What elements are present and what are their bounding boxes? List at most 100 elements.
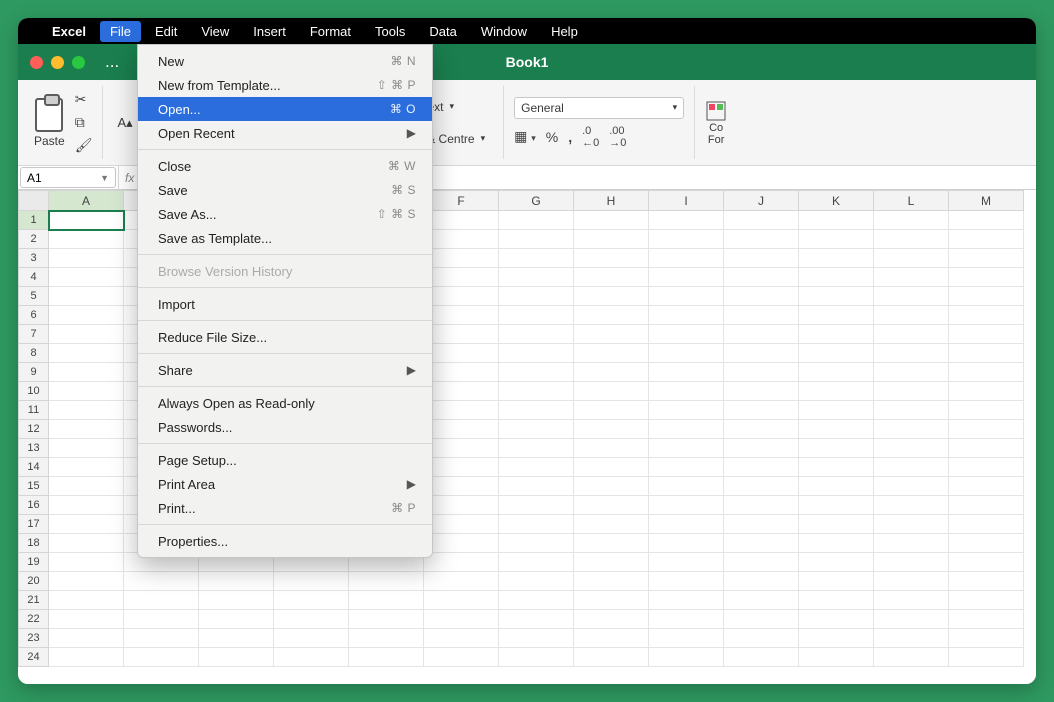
cell[interactable]: [649, 401, 724, 420]
cell[interactable]: [874, 344, 949, 363]
cell[interactable]: [874, 534, 949, 553]
cell[interactable]: [949, 572, 1024, 591]
cell[interactable]: [574, 572, 649, 591]
cell[interactable]: [49, 553, 124, 572]
cell[interactable]: [424, 268, 499, 287]
cell[interactable]: [574, 344, 649, 363]
name-box[interactable]: A1 ▼: [20, 167, 116, 188]
cell[interactable]: [799, 306, 874, 325]
cell[interactable]: [424, 458, 499, 477]
cell[interactable]: [949, 249, 1024, 268]
cell[interactable]: [499, 629, 574, 648]
cell[interactable]: [574, 382, 649, 401]
cell[interactable]: [424, 211, 499, 230]
cell[interactable]: [349, 648, 424, 667]
cell[interactable]: [724, 287, 799, 306]
cell[interactable]: [574, 629, 649, 648]
menubar-format[interactable]: Format: [300, 21, 361, 42]
cell[interactable]: [799, 420, 874, 439]
row-header[interactable]: 5: [19, 287, 49, 306]
cell[interactable]: [874, 553, 949, 572]
cell[interactable]: [874, 420, 949, 439]
menu-item[interactable]: New⌘ N: [138, 49, 432, 73]
cell[interactable]: [724, 610, 799, 629]
row-header[interactable]: 14: [19, 458, 49, 477]
cell[interactable]: [949, 420, 1024, 439]
cell[interactable]: [874, 325, 949, 344]
row-header[interactable]: 4: [19, 268, 49, 287]
cell[interactable]: [49, 420, 124, 439]
cell[interactable]: [199, 629, 274, 648]
cell[interactable]: [49, 249, 124, 268]
cell[interactable]: [424, 439, 499, 458]
cell[interactable]: [649, 648, 724, 667]
cell[interactable]: [949, 382, 1024, 401]
menubar-insert[interactable]: Insert: [243, 21, 296, 42]
cell[interactable]: [49, 287, 124, 306]
menu-item[interactable]: Save As...⇧ ⌘ S: [138, 202, 432, 226]
minimize-window-icon[interactable]: [51, 56, 64, 69]
row-header[interactable]: 15: [19, 477, 49, 496]
cell[interactable]: [724, 458, 799, 477]
cell[interactable]: [499, 363, 574, 382]
menu-item[interactable]: Share▶: [138, 358, 432, 382]
cell[interactable]: [799, 648, 874, 667]
cell[interactable]: [649, 287, 724, 306]
cell[interactable]: [499, 496, 574, 515]
cell[interactable]: [724, 230, 799, 249]
cell[interactable]: [724, 363, 799, 382]
cell[interactable]: [874, 401, 949, 420]
row-header[interactable]: 6: [19, 306, 49, 325]
menubar-app[interactable]: Excel: [42, 21, 96, 42]
cell[interactable]: [499, 382, 574, 401]
cell[interactable]: [799, 382, 874, 401]
cell[interactable]: [949, 610, 1024, 629]
cell[interactable]: [724, 591, 799, 610]
cell[interactable]: [949, 211, 1024, 230]
cell[interactable]: [199, 610, 274, 629]
cell[interactable]: [574, 477, 649, 496]
cell[interactable]: [724, 629, 799, 648]
menubar-help[interactable]: Help: [541, 21, 588, 42]
cell[interactable]: [349, 591, 424, 610]
cell[interactable]: [199, 572, 274, 591]
cell[interactable]: [574, 268, 649, 287]
cell[interactable]: [649, 553, 724, 572]
cell[interactable]: [874, 287, 949, 306]
menu-item[interactable]: Close⌘ W: [138, 154, 432, 178]
row-header[interactable]: 21: [19, 591, 49, 610]
increase-font-icon[interactable]: A▴: [113, 113, 136, 133]
row-header[interactable]: 22: [19, 610, 49, 629]
cell[interactable]: [949, 534, 1024, 553]
cell[interactable]: [724, 648, 799, 667]
cell[interactable]: [574, 325, 649, 344]
cell[interactable]: [499, 401, 574, 420]
cell[interactable]: [424, 477, 499, 496]
cell[interactable]: [874, 249, 949, 268]
cell[interactable]: [124, 591, 199, 610]
cell[interactable]: [799, 363, 874, 382]
cell[interactable]: [649, 268, 724, 287]
cell[interactable]: [949, 591, 1024, 610]
column-header[interactable]: M: [949, 191, 1024, 211]
cell[interactable]: [424, 249, 499, 268]
cell[interactable]: [799, 249, 874, 268]
cell[interactable]: [424, 629, 499, 648]
cell[interactable]: [949, 648, 1024, 667]
row-header[interactable]: 7: [19, 325, 49, 344]
cell[interactable]: [649, 230, 724, 249]
cell[interactable]: [799, 477, 874, 496]
cell[interactable]: [949, 496, 1024, 515]
cell[interactable]: [349, 629, 424, 648]
row-header[interactable]: 10: [19, 382, 49, 401]
cell[interactable]: [49, 401, 124, 420]
cell[interactable]: [874, 230, 949, 249]
cut-icon[interactable]: ✂︎: [75, 91, 93, 108]
cell[interactable]: [799, 629, 874, 648]
cell[interactable]: [649, 496, 724, 515]
cell[interactable]: [799, 344, 874, 363]
cell[interactable]: [499, 591, 574, 610]
column-header[interactable]: L: [874, 191, 949, 211]
menu-item[interactable]: Passwords...: [138, 415, 432, 439]
close-window-icon[interactable]: [30, 56, 43, 69]
